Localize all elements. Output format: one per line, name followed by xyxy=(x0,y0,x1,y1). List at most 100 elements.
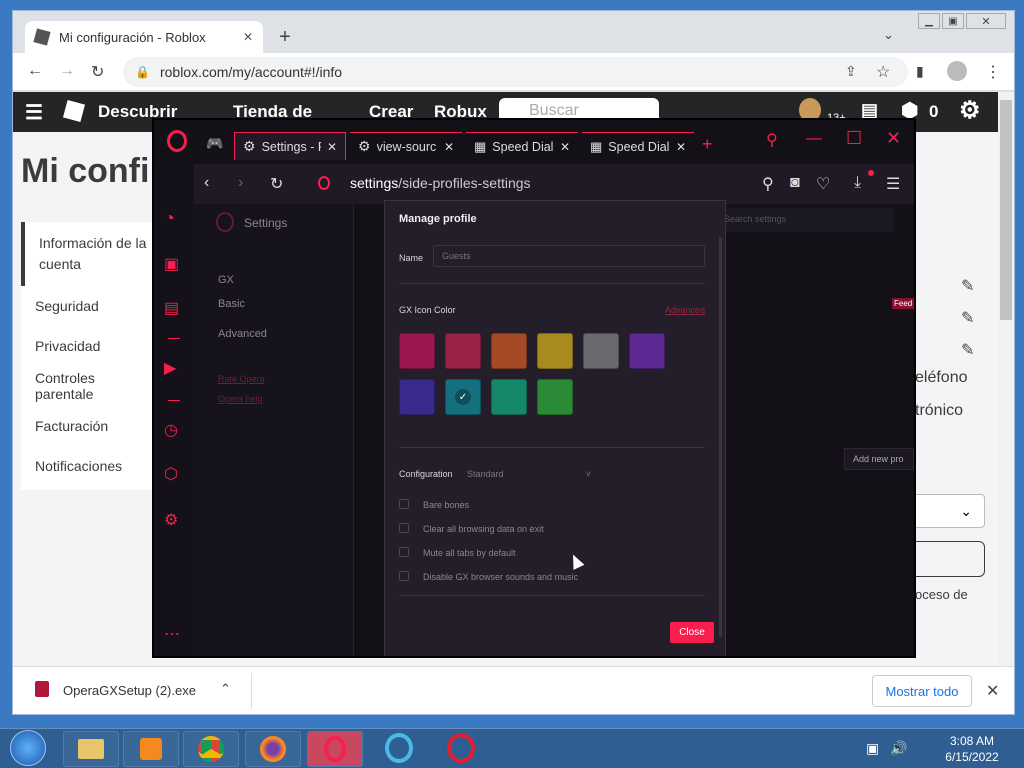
window-maximize-button[interactable]: ▣ xyxy=(942,13,964,29)
download-bar-close-icon[interactable]: ✕ xyxy=(986,681,999,701)
taskbar-opera-installer-icon[interactable] xyxy=(385,733,413,763)
nav-opera-help[interactable]: Opera help xyxy=(218,394,263,404)
sidebar-item-account-info[interactable]: Información de la cuenta xyxy=(21,222,161,286)
history-clock-icon[interactable]: ◷ xyxy=(164,420,178,440)
extensions-cube-icon[interactable]: ⬡ xyxy=(164,464,178,484)
gx-tab-close-icon[interactable]: ✕ xyxy=(676,140,686,154)
gx-gamepad-icon[interactable]: 🎮 xyxy=(206,135,223,152)
gx-tab-close-icon[interactable]: ✕ xyxy=(560,140,570,154)
player-icon[interactable]: ▶ xyxy=(164,358,176,378)
chrome-tab-close-icon[interactable]: ✕ xyxy=(243,30,253,44)
hamburger-menu-icon[interactable]: ☰ xyxy=(25,100,43,125)
nav-advanced[interactable]: Advanced xyxy=(218,328,267,340)
volume-icon[interactable]: 🔊 xyxy=(890,740,907,757)
settings-icon[interactable]: ⚙ xyxy=(164,510,178,530)
sidebar-item-billing[interactable]: Facturación xyxy=(21,406,161,446)
gx-search-icon[interactable]: ⚲ xyxy=(766,130,778,150)
sidebar-item-parental[interactable]: Controles parentale xyxy=(21,366,161,406)
taskbar-chrome-icon[interactable] xyxy=(183,731,239,767)
gx-forward-icon[interactable]: › xyxy=(238,174,243,192)
disable-sounds-checkbox[interactable] xyxy=(399,571,409,581)
profile-avatar[interactable] xyxy=(947,61,967,81)
configuration-select[interactable]: Standard ˅ xyxy=(465,463,593,483)
back-icon[interactable]: ← xyxy=(27,62,43,80)
opera-logo-icon[interactable] xyxy=(167,130,187,152)
gx-heart-icon[interactable]: ♡ xyxy=(816,174,830,194)
gx-tab-speed-dial[interactable]: ▦ Speed Dial ✕ xyxy=(582,132,694,160)
chrome-tab-search-icon[interactable]: ⌄ xyxy=(883,27,894,43)
edit-icon[interactable]: ✎ xyxy=(961,308,974,328)
side-panel-icon[interactable]: ▮ xyxy=(916,63,924,80)
edit-icon[interactable]: ✎ xyxy=(961,340,974,360)
color-swatch-teal-selected[interactable]: ✓ xyxy=(445,379,481,415)
taskbar-opera-icon[interactable] xyxy=(447,733,475,763)
window-minimize-button[interactable]: ▁ xyxy=(918,13,940,29)
chrome-menu-icon[interactable]: ⋮ xyxy=(985,62,1001,82)
bare-bones-checkbox[interactable] xyxy=(399,499,409,509)
taskbar-explorer-icon[interactable] xyxy=(63,731,119,767)
gx-close-icon[interactable]: ✕ xyxy=(886,128,901,149)
gx-control-icon[interactable]: ◔ xyxy=(164,208,175,229)
color-swatch-green[interactable] xyxy=(537,379,573,415)
feedback-badge[interactable]: Feed xyxy=(892,298,914,309)
scrollbar-thumb[interactable] xyxy=(1000,100,1012,320)
clear-data-checkbox[interactable] xyxy=(399,523,409,533)
sidebar-item-notifications[interactable]: Notificaciones xyxy=(21,446,161,486)
nav-gx[interactable]: GX xyxy=(218,274,234,286)
color-swatch-gray[interactable] xyxy=(583,333,619,369)
edit-icon[interactable]: ✎ xyxy=(961,276,974,296)
gx-back-icon[interactable]: ‹ xyxy=(204,174,209,192)
gx-minimize-icon[interactable]: — xyxy=(806,130,822,148)
gx-address-bar[interactable]: settings/side-profiles-settings xyxy=(350,175,531,191)
nav-basic[interactable]: Basic xyxy=(218,298,245,310)
color-swatch-emerald[interactable] xyxy=(491,379,527,415)
page-scrollbar[interactable] xyxy=(998,92,1014,666)
show-all-button[interactable]: Mostrar todo xyxy=(872,675,972,707)
color-swatch-crimson[interactable] xyxy=(445,333,481,369)
gx-tab-view-source[interactable]: ⚙ view-sourc ✕ xyxy=(350,132,462,160)
clock[interactable]: 3:08 AM 6/15/2022 xyxy=(930,733,1014,765)
chrome-new-tab-button[interactable]: + xyxy=(275,25,295,49)
advanced-link[interactable]: Advanced xyxy=(665,305,705,315)
close-button[interactable]: Close xyxy=(670,622,714,643)
taskbar-media-player-icon[interactable] xyxy=(123,731,179,767)
gx-bag-icon[interactable]: ▣ xyxy=(164,254,179,274)
color-swatch-magenta[interactable] xyxy=(399,333,435,369)
chrome-tab-roblox[interactable]: Mi configuración - Roblox ✕ xyxy=(25,21,263,53)
profile-name-input[interactable]: Guests xyxy=(433,245,705,267)
nav-rate-opera[interactable]: Rate Opera xyxy=(218,374,265,384)
settings-search-input[interactable]: Search settings xyxy=(714,208,894,232)
taskbar-opera-gx-icon[interactable] xyxy=(307,731,363,767)
gx-tab-settings[interactable]: ⚙ Settings - P ✕ xyxy=(234,132,346,160)
gx-maximize-icon[interactable]: ☐ xyxy=(846,128,862,149)
add-new-profile-button[interactable]: Add new pro xyxy=(844,448,914,470)
sidebar-item-privacy[interactable]: Privacidad xyxy=(21,326,161,366)
bookmark-star-icon[interactable]: ☆ xyxy=(876,62,890,82)
network-icon[interactable]: ▣ xyxy=(866,740,879,757)
gx-tab-close-icon[interactable]: ✕ xyxy=(444,140,454,154)
modal-scrollbar[interactable] xyxy=(719,237,722,637)
start-button-icon[interactable] xyxy=(10,730,46,766)
window-close-button[interactable]: ✕ xyxy=(966,13,1006,29)
sidebar-item-security[interactable]: Seguridad xyxy=(21,286,161,326)
gx-tab-speed-dial[interactable]: ▦ Speed Dial ✕ xyxy=(466,132,578,160)
share-icon[interactable]: ⇪ xyxy=(845,63,857,80)
color-swatch-orange[interactable] xyxy=(491,333,527,369)
settings-gear-icon[interactable]: ⚙ xyxy=(959,96,981,125)
reload-icon[interactable]: ↻ xyxy=(91,62,104,82)
taskbar-firefox-icon[interactable] xyxy=(245,731,301,767)
forward-icon[interactable]: → xyxy=(59,62,75,80)
download-chevron-up-icon[interactable]: ⌃ xyxy=(220,681,231,697)
gx-snapshot-icon[interactable]: ◙ xyxy=(790,174,800,192)
download-filename[interactable]: OperaGXSetup (2).exe xyxy=(63,683,196,698)
color-swatch-gold[interactable] xyxy=(537,333,573,369)
omnibox[interactable]: 🔒 roblox.com/my/account#!/info xyxy=(123,57,908,87)
color-swatch-indigo[interactable] xyxy=(399,379,435,415)
more-dots-icon[interactable]: ⋯ xyxy=(164,624,180,644)
gx-new-tab-icon[interactable]: + xyxy=(702,134,713,155)
gx-reload-icon[interactable]: ↻ xyxy=(270,174,283,194)
color-swatch-purple[interactable] xyxy=(629,333,665,369)
roblox-logo-icon[interactable] xyxy=(62,99,86,123)
twitch-icon[interactable]: ▤ xyxy=(164,298,179,318)
gx-download-icon[interactable]: ⤓ xyxy=(854,174,861,192)
